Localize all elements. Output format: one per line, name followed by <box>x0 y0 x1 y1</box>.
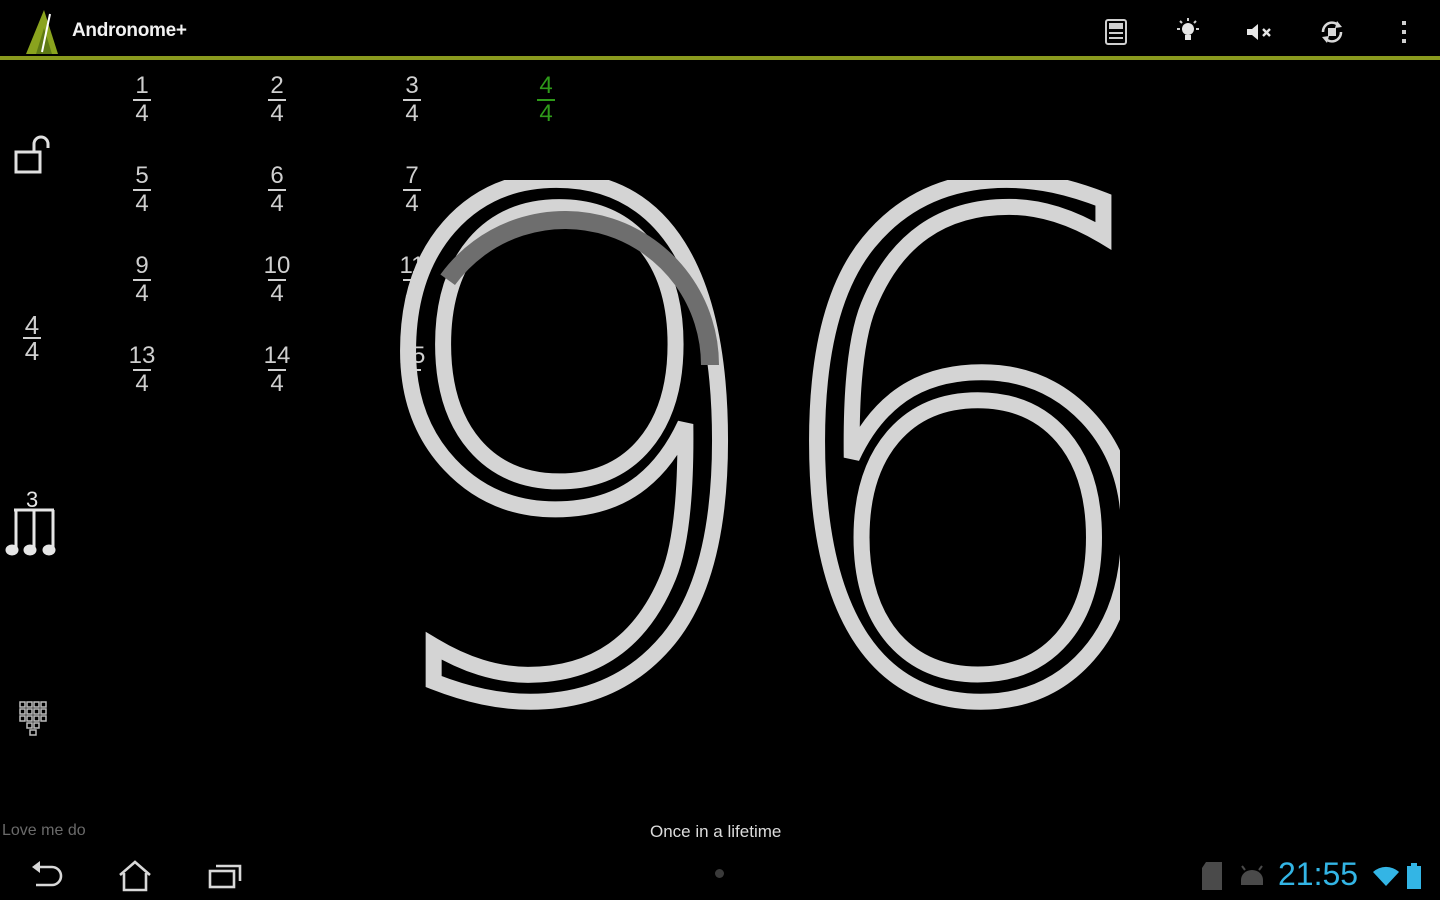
current-song-label[interactable]: Once in a lifetime <box>650 822 781 842</box>
time-signature-9-4[interactable]: 94 <box>122 254 162 306</box>
keypad-icon[interactable] <box>18 700 50 742</box>
recent-apps-icon[interactable] <box>203 856 247 896</box>
current-time-signature-denominator: 4 <box>24 336 40 366</box>
android-debug-icon <box>1230 856 1274 896</box>
current-time-signature[interactable]: 4 4 <box>12 310 52 366</box>
home-icon[interactable] <box>113 856 157 896</box>
tempo-display[interactable]: 96 <box>400 180 1120 720</box>
volume-mute-icon[interactable] <box>1242 14 1278 50</box>
current-time-signature-numerator: 4 <box>24 310 40 340</box>
time-signature-1-4[interactable]: 14 <box>122 74 162 126</box>
previous-song-label[interactable]: Love me do <box>2 822 86 840</box>
light-bulb-icon[interactable] <box>1170 14 1206 50</box>
app-title: Andronome+ <box>72 20 187 41</box>
time-signature-5-4[interactable]: 54 <box>122 164 162 216</box>
back-icon[interactable] <box>24 856 68 896</box>
time-signature-2-4[interactable]: 24 <box>257 74 297 126</box>
tuplet-label: 3 <box>26 487 39 512</box>
rotate-lock-icon[interactable] <box>1314 14 1350 50</box>
time-signature-6-4[interactable]: 64 <box>257 164 297 216</box>
sd-card-icon <box>1190 856 1234 896</box>
action-bar: Andronome+ <box>0 0 1440 60</box>
time-signature-14-4[interactable]: 14 4 <box>257 344 297 396</box>
page-indicator-dot <box>715 869 724 878</box>
status-clock: 21:55 <box>1278 856 1359 892</box>
tempo-value: 96 <box>400 180 1120 720</box>
unlock-icon[interactable] <box>12 134 56 182</box>
app-logo-icon <box>26 10 58 54</box>
calculator-icon[interactable] <box>1098 14 1134 50</box>
overflow-menu-icon[interactable] <box>1386 14 1422 50</box>
battery-icon <box>1392 856 1436 896</box>
time-signature-13-4[interactable]: 13 4 <box>122 344 162 396</box>
time-signature-3-4[interactable]: 34 <box>392 74 432 126</box>
time-signature-10-4[interactable]: 10 4 <box>257 254 297 306</box>
time-signature-4-4-selected[interactable]: 44 <box>526 74 566 126</box>
